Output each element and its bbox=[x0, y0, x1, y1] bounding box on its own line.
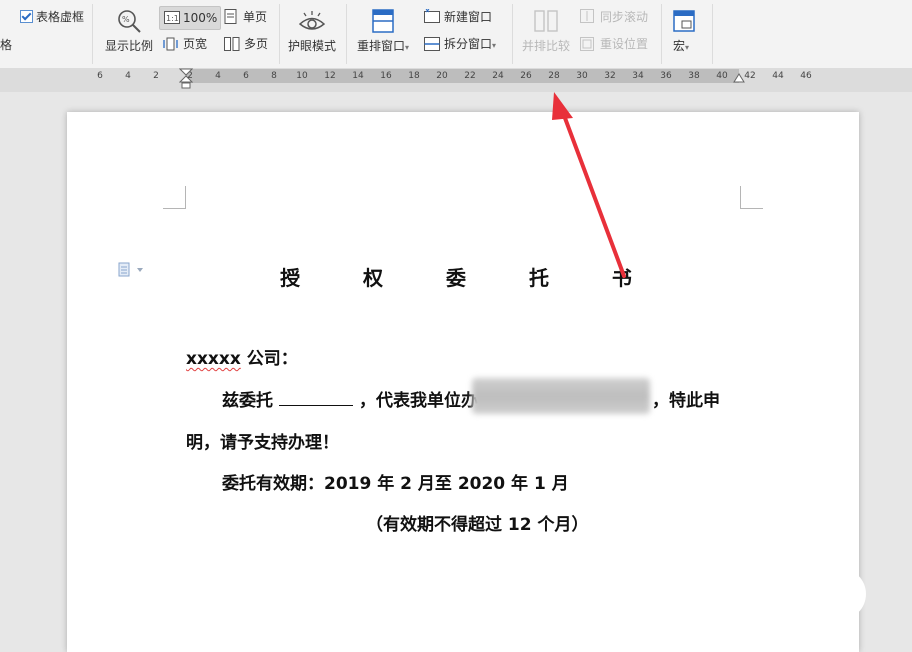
ribbon-separator bbox=[346, 4, 347, 64]
ruler-tick-label: 44 bbox=[772, 71, 784, 81]
ruler-tick-label: 6 bbox=[243, 71, 249, 81]
eye-protect-label: 护眼模式 bbox=[288, 39, 337, 53]
eye-protect-button[interactable]: 护眼模式 bbox=[286, 6, 338, 58]
ribbon-separator bbox=[512, 4, 513, 64]
ribbon-separator bbox=[661, 4, 662, 64]
single-page-label: 单页 bbox=[243, 10, 268, 24]
split-window-label: 拆分窗口▾ bbox=[444, 37, 497, 51]
margin-corner-marker bbox=[740, 186, 763, 209]
ruler-tick-label: 16 bbox=[380, 71, 392, 81]
macro-icon bbox=[673, 10, 695, 32]
ruler-tick-label: 28 bbox=[548, 71, 560, 81]
rearrange-window-button[interactable]: 重排窗口▾ bbox=[356, 6, 416, 58]
right-indent-marker-icon[interactable] bbox=[733, 72, 745, 84]
ruler-tick-label: 2 bbox=[153, 71, 159, 81]
ruler-tick-label: 36 bbox=[660, 71, 672, 81]
reset-position-icon bbox=[580, 37, 594, 51]
sync-scroll-label: 同步滚动 bbox=[600, 10, 649, 24]
actual-size-icon: 1:1 bbox=[164, 11, 180, 24]
ribbon-separator bbox=[92, 4, 93, 64]
represent-text: ，代表我单位办 bbox=[359, 391, 478, 411]
addressee-company-placeholder: xxxxx bbox=[186, 349, 241, 369]
name-blank-underline bbox=[279, 391, 353, 406]
reset-position-label: 重设位置 bbox=[600, 37, 649, 51]
dropdown-arrow-icon: ▾ bbox=[685, 43, 690, 52]
sync-scroll-button[interactable]: 同步滚动 bbox=[580, 8, 656, 28]
macro-label: 宏▾ bbox=[673, 39, 690, 53]
dropdown-arrow-icon: ▾ bbox=[492, 41, 497, 50]
scroll-edge-handle[interactable] bbox=[838, 568, 866, 620]
ruler-tick-label: 10 bbox=[296, 71, 308, 81]
entrust-text: 兹委托 bbox=[222, 391, 273, 411]
sync-scroll-icon bbox=[580, 9, 594, 23]
ruler-tick-label: 12 bbox=[324, 71, 336, 81]
dropdown-arrow-icon: ▾ bbox=[405, 43, 410, 52]
ruler-tick-label: 32 bbox=[604, 71, 616, 81]
multi-page-button[interactable]: 多页 bbox=[224, 36, 274, 56]
eye-icon bbox=[298, 11, 326, 30]
rearrange-window-icon bbox=[372, 9, 394, 33]
validity-period-line: 委托有效期：2019 年 2 月至 2020 年 1 月 bbox=[222, 474, 569, 494]
ruler-tick-label: 18 bbox=[408, 71, 420, 81]
zoom-magnifier-icon: % bbox=[118, 10, 141, 33]
ruler-tick-label: 24 bbox=[492, 71, 504, 81]
table-outline-label: 表格虚框 bbox=[36, 10, 85, 24]
ruler-tick-label: 20 bbox=[436, 71, 448, 81]
new-window-icon bbox=[424, 9, 440, 23]
zoom-value: 100% bbox=[183, 11, 218, 25]
ruler-tick-label: 14 bbox=[352, 71, 364, 81]
side-by-side-icon bbox=[534, 10, 558, 32]
split-window-icon bbox=[424, 37, 440, 51]
annotation-arrow-icon bbox=[552, 92, 626, 278]
zoom-label: 显示比例 bbox=[105, 39, 154, 53]
svg-text:%: % bbox=[122, 15, 130, 24]
page-width-button[interactable]: 页宽 bbox=[163, 36, 213, 56]
redacted-text bbox=[472, 378, 650, 414]
ruler-tick-label: 34 bbox=[632, 71, 644, 81]
single-page-icon bbox=[224, 9, 237, 24]
svg-text:1:1: 1:1 bbox=[166, 14, 179, 23]
ribbon-separator bbox=[279, 4, 280, 64]
ruler-tick-label: 4 bbox=[215, 71, 221, 81]
reset-position-button[interactable]: 重设位置 bbox=[580, 36, 656, 56]
ruler-tick-label: 22 bbox=[464, 71, 476, 81]
hereby-text: ，特此申 bbox=[652, 391, 720, 411]
ribbon-separator bbox=[712, 4, 713, 64]
ruler-tick-label: 40 bbox=[716, 71, 728, 81]
ruler-tick-label: 38 bbox=[688, 71, 700, 81]
indent-marker-icon[interactable] bbox=[179, 68, 193, 90]
addressee-suffix: 公司： bbox=[240, 349, 298, 369]
ruler-tick-label: 26 bbox=[520, 71, 532, 81]
ruler-tick-label: 8 bbox=[271, 71, 277, 81]
zoom-100-button[interactable]: 1:1 100% bbox=[159, 6, 221, 30]
ruler-tick-label: 30 bbox=[576, 71, 588, 81]
single-page-button[interactable]: 单页 bbox=[224, 8, 274, 28]
side-by-side-button[interactable]: 并排比较 bbox=[520, 6, 572, 58]
zoom-button[interactable]: % 显示比例 bbox=[104, 6, 154, 58]
split-window-button[interactable]: 拆分窗口▾ bbox=[424, 36, 508, 56]
ruler-tick-label: 4 bbox=[125, 71, 131, 81]
multi-page-icon bbox=[224, 37, 240, 51]
body-line-1: 兹委托 ，代表我单位办 ，特此申 bbox=[222, 378, 720, 414]
page-width-icon bbox=[163, 37, 178, 51]
side-by-side-label: 并排比较 bbox=[522, 39, 571, 53]
ruler-tick-label: 46 bbox=[800, 71, 812, 81]
margin-corner-marker bbox=[163, 186, 186, 209]
multi-page-label: 多页 bbox=[244, 37, 269, 51]
table-outline-checkbox[interactable] bbox=[20, 10, 33, 23]
new-window-button[interactable]: 新建窗口 bbox=[424, 8, 504, 28]
new-window-label: 新建窗口 bbox=[444, 10, 493, 24]
macro-button[interactable]: 宏▾ bbox=[668, 6, 704, 58]
ruler-tick-label: 6 bbox=[97, 71, 103, 81]
validity-note-line: （有效期不得超过 12 个月） bbox=[366, 515, 589, 535]
ribbon-toolbar: 表格虚框 格 % 显示比例 1:1 100% 单页 页宽 多页 护眼模式 重排窗… bbox=[0, 0, 912, 69]
document-title: 授 权 委 托 书 bbox=[280, 266, 660, 290]
addressee-line: xxxxx 公司： bbox=[186, 344, 298, 369]
page-width-label: 页宽 bbox=[183, 37, 208, 51]
rearrange-window-label: 重排窗口▾ bbox=[357, 39, 410, 53]
grid-label: 格 bbox=[0, 38, 13, 52]
body-line-2: 明，请予支持办理！ bbox=[186, 433, 339, 453]
